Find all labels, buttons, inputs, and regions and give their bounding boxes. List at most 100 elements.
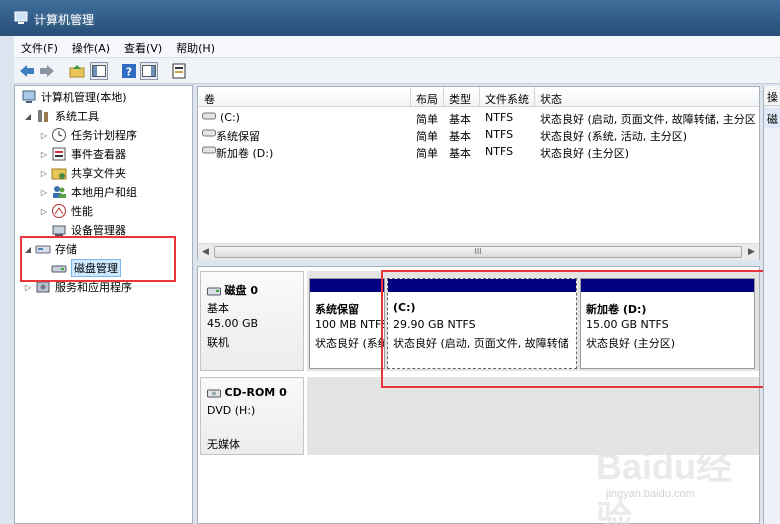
computer-management-icon — [21, 89, 37, 105]
tools-icon — [35, 108, 51, 124]
volume-list-header: 卷 布局 类型 文件系统 状态 — [198, 87, 759, 107]
table-row[interactable]: (C:) 简单 基本 NTFS 状态良好 (启动, 页面文件, 故障转储, 主分… — [198, 109, 759, 126]
volume-status: 状态良好 (启动, 页面文件, 故障转储, 主分区 — [540, 113, 756, 126]
tree-item-system-tools[interactable]: ◢ 系统工具 — [23, 107, 99, 125]
properties-icon — [172, 63, 186, 79]
console-tree: 计算机管理(本地) ◢ 系统工具 ▷ 任务计划程序 ▷ 事件查看器 ▷ 共享文件… — [14, 85, 193, 524]
disk-0-type: 基本 — [207, 302, 229, 315]
menu-action[interactable]: 操作(A) — [65, 36, 117, 56]
forward-button[interactable] — [38, 62, 56, 80]
column-header-volume[interactable]: 卷 — [204, 91, 215, 107]
expand-arrow-icon[interactable]: ▷ — [39, 188, 49, 197]
toolbar: ? — [14, 58, 780, 84]
menu-help[interactable]: 帮助(H) — [169, 36, 222, 56]
watermark: Baidu经验 jingyan.baidu.com — [596, 438, 756, 524]
volume-type: 基本 — [449, 130, 471, 143]
volume-layout: 简单 — [416, 147, 438, 160]
folder-up-icon — [69, 65, 85, 78]
computer-management-icon — [14, 11, 28, 24]
event-viewer-icon — [51, 146, 67, 162]
hard-disk-icon — [207, 287, 221, 296]
tree-label: 计算机管理(本地) — [41, 91, 127, 104]
volume-drive-icon — [202, 145, 216, 158]
expand-arrow-icon[interactable]: ▷ — [39, 131, 49, 140]
watermark-url: jingyan.baidu.com — [606, 488, 695, 500]
tree-label: 任务计划程序 — [71, 129, 137, 142]
cdrom-0-title: CD-ROM 0 — [207, 386, 287, 399]
tree-item-performance[interactable]: ▷ 性能 — [39, 202, 93, 220]
actions-pane-item[interactable]: 磁 — [764, 108, 780, 128]
back-arrow-icon — [20, 65, 34, 77]
volume-type: 基本 — [449, 147, 471, 160]
forward-arrow-icon — [40, 65, 54, 77]
tree-item-event-viewer[interactable]: ▷ 事件查看器 — [39, 145, 126, 163]
clock-icon — [51, 127, 67, 143]
disk-0-name: 磁盘 0 — [224, 284, 258, 297]
help-icon: ? — [122, 64, 136, 79]
tree-item-task-scheduler[interactable]: ▷ 任务计划程序 — [39, 126, 137, 144]
volume-name: 系统保留 — [216, 130, 260, 143]
cdrom-0-label[interactable]: CD-ROM 0 DVD (H:) 无媒体 — [200, 377, 304, 455]
volume-drive-icon — [202, 128, 216, 141]
column-header-filesystem[interactable]: 文件系统 — [485, 91, 529, 107]
volume-name: 新加卷 (D:) — [216, 147, 274, 160]
scroll-right-arrow-icon[interactable]: ▶ — [748, 247, 755, 257]
disk-0-size: 45.00 GB — [207, 317, 259, 330]
expand-arrow-icon[interactable]: ▷ — [39, 150, 49, 159]
menu-file[interactable]: 文件(F) — [14, 36, 65, 56]
help-button[interactable]: ? — [120, 62, 138, 80]
watermark-brand: Baidu经验 — [596, 446, 733, 524]
show-hide-tree-button[interactable] — [90, 62, 108, 80]
partition-name: 系统保留 — [315, 303, 359, 316]
table-row[interactable]: 新加卷 (D:) 简单 基本 NTFS 状态良好 (主分区) — [198, 143, 759, 160]
volume-filesystem: NTFS — [485, 128, 514, 141]
volume-status: 状态良好 (系统, 活动, 主分区) — [540, 130, 688, 143]
console-tree-icon — [92, 65, 106, 77]
tree-label: 本地用户和组 — [71, 186, 137, 199]
scroll-grip-icon: III — [474, 247, 482, 256]
column-header-type[interactable]: 类型 — [449, 91, 471, 107]
collapse-arrow-icon[interactable]: ◢ — [23, 112, 33, 121]
shared-folder-icon — [51, 165, 67, 181]
properties-button[interactable] — [170, 62, 188, 80]
menu-view[interactable]: 查看(V) — [117, 36, 169, 56]
users-icon — [51, 184, 67, 200]
expand-arrow-icon[interactable]: ▷ — [39, 207, 49, 216]
cd-drive-icon — [207, 389, 221, 398]
tree-root[interactable]: 计算机管理(本地) — [19, 88, 127, 106]
partition-status: 状态良好 (系统 — [315, 337, 385, 350]
actions-pane: 操 磁 — [763, 86, 780, 524]
disk-0-label[interactable]: 磁盘 0 基本 45.00 GB 联机 — [200, 271, 304, 371]
show-hide-action-pane-button[interactable] — [140, 62, 158, 80]
cdrom-0-status: 无媒体 — [207, 438, 240, 451]
up-level-button[interactable] — [68, 62, 86, 80]
expand-arrow-icon[interactable]: ▷ — [39, 169, 49, 178]
tree-item-local-users[interactable]: ▷ 本地用户和组 — [39, 183, 137, 201]
actions-pane-header: 操 — [764, 86, 780, 106]
highlight-box-partitions — [381, 270, 766, 388]
menu-bar: 文件(F) 操作(A) 查看(V) 帮助(H) — [14, 36, 780, 58]
partition-system-reserved[interactable]: 系统保留 100 MB NTFS 状态良好 (系统 — [309, 278, 385, 369]
tree-label: 系统工具 — [55, 110, 99, 123]
column-header-status[interactable]: 状态 — [540, 91, 562, 107]
disk-0-title: 磁盘 0 — [207, 282, 258, 298]
disk-0-status: 联机 — [207, 336, 229, 349]
action-pane-icon — [142, 65, 156, 77]
back-button[interactable] — [18, 62, 36, 80]
column-header-layout[interactable]: 布局 — [416, 91, 438, 107]
scrollbar-thumb[interactable]: III — [214, 246, 742, 258]
volume-list: 卷 布局 类型 文件系统 状态 (C:) 简单 基本 NTFS 状态良好 (启动… — [197, 86, 760, 260]
table-row[interactable]: 系统保留 简单 基本 NTFS 状态良好 (系统, 活动, 主分区) — [198, 126, 759, 143]
volume-filesystem: NTFS — [485, 111, 514, 124]
horizontal-scrollbar[interactable]: ◀ III ▶ — [198, 243, 759, 260]
scroll-left-arrow-icon[interactable]: ◀ — [202, 247, 209, 257]
volume-name: (C:) — [220, 111, 240, 124]
tree-item-shared-folders[interactable]: ▷ 共享文件夹 — [39, 164, 126, 182]
tree-label: 事件查看器 — [71, 148, 126, 161]
window-title: 计算机管理 — [34, 13, 95, 27]
title-bar: 计算机管理 — [0, 0, 780, 36]
partition-size: 100 MB NTFS — [315, 318, 385, 331]
tree-label: 性能 — [71, 205, 93, 218]
expand-arrow-icon[interactable]: ▷ — [23, 283, 33, 292]
volume-status: 状态良好 (主分区) — [540, 147, 630, 160]
